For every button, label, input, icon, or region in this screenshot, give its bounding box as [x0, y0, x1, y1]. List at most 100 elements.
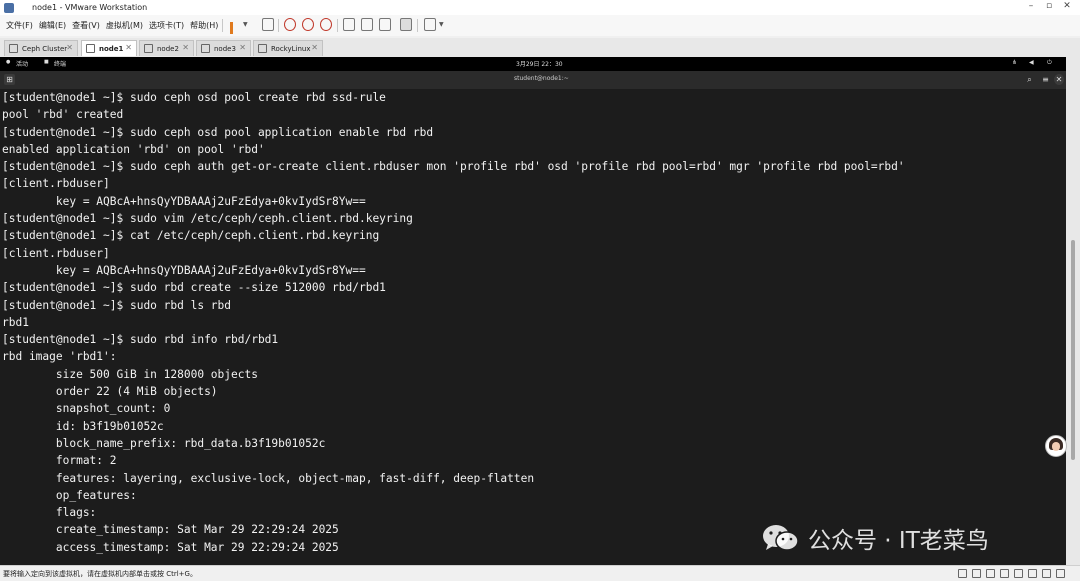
tab-node2[interactable]: node2 ✕	[139, 40, 194, 56]
terminal-line: [student@node1 ~]$ sudo ceph auth get-or…	[2, 160, 905, 174]
menu-file[interactable]: 文件(F)	[6, 20, 33, 31]
avatar	[1045, 435, 1067, 457]
terminal-line: key = AQBcA+hnsQyYDBAAAj2uFzEdya+0kvIydS…	[2, 194, 366, 208]
printer-icon[interactable]	[1028, 569, 1037, 578]
terminal-line: [student@node1 ~]$ sudo rbd ls rbd	[2, 298, 232, 312]
tab-label: RockyLinux	[271, 44, 311, 53]
new-tab-icon[interactable]: ⊞	[4, 74, 15, 85]
vm-icon	[258, 44, 267, 53]
snapshot-manager-icon[interactable]	[320, 18, 332, 31]
terminal-line: [student@node1 ~]$ sudo rbd create --siz…	[2, 281, 386, 295]
close-icon[interactable]: ✕	[1060, 1, 1074, 11]
terminal-line: rbd image 'rbd1':	[2, 350, 117, 364]
status-message: 要将输入定向到该虚拟机，请在虚拟机内部单击或按 Ctrl+G。	[3, 570, 197, 578]
terminal-output[interactable]: [student@node1 ~]$ sudo ceph osd pool cr…	[0, 89, 1066, 565]
cd-drive-icon[interactable]	[972, 569, 981, 578]
vm-tab-bar: Ceph Cluster ✕ node1 ✕ node2 ✕ node3 ✕ R…	[0, 38, 1080, 58]
revert-snapshot-icon[interactable]	[302, 18, 314, 31]
watermark-text: 公众号 · IT老菜鸟	[808, 528, 989, 554]
gnome-top-bar: ● 活动 ■ 终端 3月29日 22：30 ⋔ ◀ ⏻	[0, 57, 1080, 71]
close-tab-icon[interactable]: ✕	[239, 43, 246, 52]
app-menu-label[interactable]: 终端	[54, 59, 66, 68]
send-ctrl-alt-del-icon[interactable]	[262, 18, 274, 31]
menu-tabs[interactable]: 选项卡(T)	[149, 20, 184, 31]
fullscreen-icon[interactable]	[424, 18, 436, 31]
terminal-line: block_name_prefix: rbd_data.b3f19b01052c	[2, 436, 326, 450]
close-tab-icon[interactable]: ✕	[311, 43, 318, 52]
close-tab-icon[interactable]: ✕	[66, 43, 73, 52]
menu-bar: 文件(F) 编辑(E) 查看(V) 虚拟机(M) 选项卡(T) 帮助(H)	[0, 15, 1080, 36]
terminal-line: features: layering, exclusive-lock, obje…	[2, 471, 535, 485]
terminal-line: [student@node1 ~]$ sudo vim /etc/ceph/ce…	[2, 212, 413, 226]
tab-label: node1	[99, 44, 124, 53]
terminal-line: [student@node1 ~]$ cat /etc/ceph/ceph.cl…	[2, 229, 380, 243]
thumbnail-icon[interactable]	[361, 18, 373, 31]
terminal-view-icon[interactable]	[400, 18, 412, 31]
library-icon[interactable]	[343, 18, 355, 31]
terminal-line: [client.rbduser]	[2, 177, 110, 191]
tab-node3[interactable]: node3 ✕	[196, 40, 251, 56]
console-view-icon[interactable]	[379, 18, 391, 31]
tab-rockylinux[interactable]: RockyLinux ✕	[253, 40, 323, 56]
terminal-line: format: 2	[2, 454, 117, 468]
network-adapter-icon[interactable]	[986, 569, 995, 578]
terminal-line: [student@node1 ~]$ sudo ceph osd pool cr…	[2, 91, 386, 104]
message-log-icon[interactable]	[1056, 569, 1065, 578]
terminal-line: [student@node1 ~]$ sudo ceph osd pool ap…	[2, 125, 434, 139]
close-icon[interactable]: ✕	[1054, 74, 1064, 85]
scrollbar-thumb[interactable]	[1071, 240, 1075, 460]
display-icon[interactable]	[1042, 569, 1051, 578]
hamburger-menu-icon[interactable]: ≡	[1040, 74, 1051, 85]
terminal-line: [client.rbduser]	[2, 246, 110, 260]
vm-icon	[9, 44, 18, 53]
activities-dot-icon: ●	[6, 59, 11, 65]
toolbar-separator	[417, 19, 418, 32]
clock[interactable]: 3月29日 22：30	[516, 59, 563, 68]
tab-ceph-cluster[interactable]: Ceph Cluster ✕	[4, 40, 78, 56]
vmware-logo-icon	[4, 2, 14, 13]
power-icon[interactable]: ⏻	[1047, 59, 1052, 67]
wechat-logo-icon	[762, 523, 800, 553]
vm-icon	[144, 44, 153, 53]
hard-disk-icon[interactable]	[958, 569, 967, 578]
toolbar-separator	[222, 19, 223, 32]
vmware-window: node1 - VMware Workstation – ▫ ✕ 文件(F) 编…	[0, 0, 1080, 581]
tab-label: Ceph Cluster	[22, 44, 68, 53]
vm-icon	[86, 44, 95, 53]
activities-button[interactable]: 活动	[16, 59, 28, 68]
vm-icon	[201, 44, 210, 53]
status-bar: 要将输入定向到该虚拟机，请在虚拟机内部单击或按 Ctrl+G。	[0, 565, 1080, 581]
menu-edit[interactable]: 编辑(E)	[39, 20, 66, 31]
terminal-line: enabled application 'rbd' on pool 'rbd'	[2, 142, 265, 156]
chevron-down-icon[interactable]: ▼	[243, 21, 248, 28]
network-icon[interactable]: ⋔	[1012, 59, 1017, 66]
minimize-icon[interactable]: –	[1024, 1, 1038, 11]
terminal-line: [student@node1 ~]$ sudo rbd info rbd/rbd…	[2, 333, 279, 347]
terminal-line: flags:	[2, 506, 97, 520]
terminal-line: op_features:	[2, 488, 137, 502]
menu-view[interactable]: 查看(V)	[72, 20, 100, 31]
pause-icon[interactable]	[230, 19, 239, 53]
terminal-line: size 500 GiB in 128000 objects	[2, 367, 258, 381]
tab-label: node3	[214, 44, 236, 53]
terminal-line: pool 'rbd' created	[2, 108, 124, 122]
menu-vm[interactable]: 虚拟机(M)	[106, 20, 143, 31]
watermark: 公众号 · IT老菜鸟	[762, 521, 989, 555]
snapshot-icon[interactable]	[284, 18, 296, 31]
search-icon[interactable]: ⌕	[1024, 74, 1035, 85]
close-tab-icon[interactable]: ✕	[182, 43, 189, 52]
window-title: node1 - VMware Workstation	[32, 3, 148, 12]
terminal-line: rbd1	[2, 315, 29, 329]
tab-node1[interactable]: node1 ✕	[81, 40, 137, 56]
volume-icon[interactable]: ◀	[1029, 59, 1034, 66]
maximize-icon[interactable]: ▫	[1042, 1, 1056, 11]
menu-help[interactable]: 帮助(H)	[190, 20, 218, 31]
close-tab-icon[interactable]: ✕	[125, 43, 132, 52]
sound-card-icon[interactable]	[1014, 569, 1023, 578]
usb-icon[interactable]	[1000, 569, 1009, 578]
terminal-line: order 22 (4 MiB objects)	[2, 385, 218, 399]
chevron-down-icon[interactable]: ▼	[439, 21, 444, 28]
terminal-title: student@node1:~	[514, 75, 569, 82]
title-bar: node1 - VMware Workstation – ▫ ✕	[0, 0, 1080, 15]
terminal-line: key = AQBcA+hnsQyYDBAAAj2uFzEdya+0kvIydS…	[2, 263, 366, 277]
